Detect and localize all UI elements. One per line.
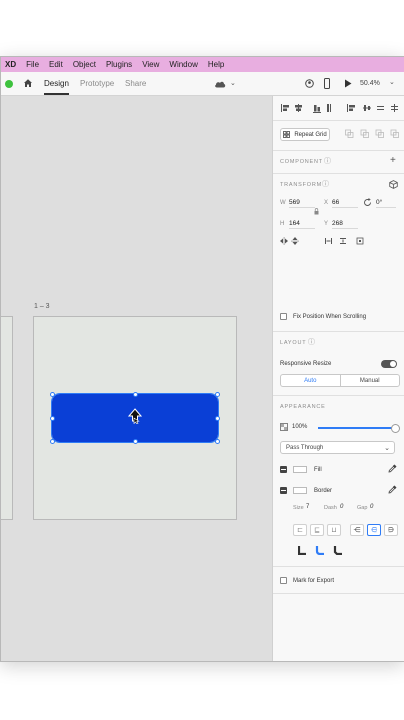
mobile-preview-icon[interactable]: [324, 78, 330, 89]
cloud-icon[interactable]: [214, 80, 226, 88]
y-label: Y: [324, 221, 329, 227]
stroke-cap-square[interactable]: ⊔: [327, 524, 341, 536]
menu-edit[interactable]: Edit: [49, 60, 63, 69]
stroke-cap-butt[interactable]: ⊏: [293, 524, 307, 536]
boolean-ops-icons[interactable]: [345, 129, 399, 139]
lock-icon[interactable]: [314, 208, 319, 215]
dash-field[interactable]: 0: [340, 504, 343, 510]
stroke-inner[interactable]: ⋲: [350, 524, 364, 536]
artboard-partial[interactable]: [1, 316, 13, 520]
menu-object[interactable]: Object: [73, 60, 96, 69]
gap-field[interactable]: 0: [370, 504, 373, 510]
resize-mode-segmented-control: Auto Manual: [280, 374, 400, 387]
xd-window: XD File Edit Object Plugins View Window …: [0, 56, 404, 662]
x-label: X: [324, 200, 329, 206]
user-icon[interactable]: [305, 79, 314, 88]
mark-export-checkbox[interactable]: [280, 577, 287, 584]
responsive-resize-label: Responsive Resize: [280, 361, 332, 367]
design-canvas[interactable]: 1 – 3: [1, 96, 272, 661]
tab-prototype[interactable]: Prototype: [80, 79, 114, 88]
menu-window[interactable]: Window: [169, 60, 197, 69]
menu-file[interactable]: File: [26, 60, 39, 69]
property-inspector: Repeat Grid COMPONENT ⓘ + TRANSFORM ⓘ W …: [272, 96, 404, 661]
gap-label: Gap: [357, 505, 368, 511]
zoom-chevron-icon[interactable]: ⌄: [389, 79, 395, 86]
resize-handle-mr[interactable]: [215, 416, 220, 421]
plus-icon[interactable]: +: [390, 156, 396, 166]
seg-auto[interactable]: Auto: [281, 375, 341, 386]
tab-design[interactable]: Design: [44, 79, 69, 95]
resize-handle-bl[interactable]: [50, 439, 55, 444]
menu-help[interactable]: Help: [208, 60, 224, 69]
opacity-icon: [280, 423, 288, 431]
transform-info-icon[interactable]: ⓘ: [322, 181, 329, 188]
resize-handle-tc[interactable]: [133, 392, 138, 397]
3d-box-icon[interactable]: [389, 180, 398, 189]
app-toolbar: Design Prototype Share ⌄ 50.4% ⌄: [1, 72, 404, 96]
fix-position-checkbox[interactable]: [280, 313, 287, 320]
size-label: Size: [293, 505, 304, 511]
tab-share[interactable]: Share: [125, 79, 146, 88]
flip-distribute-icons[interactable]: [280, 237, 376, 245]
home-icon[interactable]: [23, 78, 33, 88]
fill-swatch[interactable]: [293, 466, 307, 473]
fill-toggle[interactable]: [280, 466, 287, 473]
resize-handle-tl[interactable]: [50, 392, 55, 397]
chevron-down-icon[interactable]: ⌄: [230, 80, 236, 87]
blend-chevron-icon: ⌄: [384, 445, 390, 452]
menu-view[interactable]: View: [142, 60, 159, 69]
cursor-arrow-icon: [128, 408, 142, 424]
mark-export-label: Mark for Export: [293, 578, 335, 584]
layout-info-icon[interactable]: ⓘ: [308, 339, 315, 346]
zoom-level[interactable]: 50.4%: [360, 80, 380, 87]
width-label: W: [280, 200, 286, 206]
border-eyedropper-icon[interactable]: [388, 485, 397, 494]
dash-label: Dash: [324, 505, 337, 511]
align-icons[interactable]: [281, 103, 399, 113]
resize-handle-tr[interactable]: [215, 392, 220, 397]
opacity-value[interactable]: 100%: [292, 424, 307, 430]
play-icon[interactable]: [344, 79, 352, 88]
border-label: Border: [314, 488, 333, 494]
resize-handle-br[interactable]: [215, 439, 220, 444]
info-icon[interactable]: ⓘ: [324, 158, 331, 165]
stroke-cap-round[interactable]: ⊑: [310, 524, 324, 536]
border-swatch[interactable]: [293, 487, 307, 494]
height-field[interactable]: 164: [289, 220, 315, 229]
rotation-field[interactable]: 0°: [376, 199, 396, 208]
rotate-icon: [364, 198, 371, 206]
opacity-slider[interactable]: [318, 424, 400, 433]
repeat-grid-label: Repeat Grid: [294, 131, 327, 138]
layout-title: LAYOUT: [280, 340, 307, 346]
menu-plugins[interactable]: Plugins: [106, 60, 132, 69]
height-label: H: [280, 221, 285, 227]
stroke-join-icons[interactable]: [298, 545, 348, 555]
repeat-grid-icon: [283, 131, 291, 138]
responsive-resize-toggle[interactable]: [381, 360, 397, 368]
size-field[interactable]: 7: [306, 504, 309, 510]
resize-handle-ml[interactable]: [50, 416, 55, 421]
border-toggle[interactable]: [280, 487, 287, 494]
appearance-title: APPEARANCE: [280, 404, 326, 410]
repeat-grid-button[interactable]: Repeat Grid: [280, 128, 330, 141]
fix-position-label: Fix Position When Scrolling: [293, 314, 367, 320]
width-field[interactable]: 569: [289, 199, 315, 208]
transform-title: TRANSFORM: [280, 182, 323, 188]
artboard-label[interactable]: 1 – 3: [34, 303, 50, 310]
stroke-center[interactable]: ⋻: [384, 524, 398, 536]
window-status-dot[interactable]: [5, 80, 13, 88]
resize-handle-bc[interactable]: [133, 439, 138, 444]
blend-mode-select[interactable]: Pass Through ⌄: [280, 441, 395, 454]
stroke-outer[interactable]: ⋳: [367, 524, 381, 536]
blend-mode-value: Pass Through: [286, 444, 324, 451]
eyedropper-icon[interactable]: [388, 464, 397, 473]
x-field[interactable]: 66: [332, 199, 358, 208]
component-title: COMPONENT: [280, 159, 323, 165]
y-field[interactable]: 268: [332, 220, 358, 229]
seg-manual[interactable]: Manual: [341, 375, 400, 386]
menu-xd[interactable]: XD: [5, 60, 16, 69]
fill-label: Fill: [314, 467, 322, 473]
menu-bar: XD File Edit Object Plugins View Window …: [1, 57, 404, 72]
